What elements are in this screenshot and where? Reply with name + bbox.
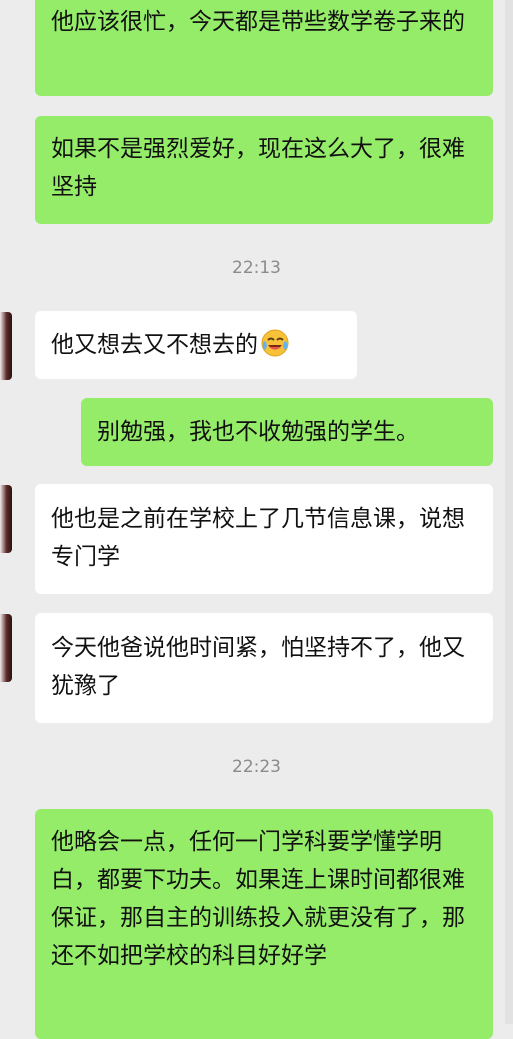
message-bubble-incoming[interactable]: 今天他爸说他时间紧，怕坚持不了，他又犹豫了 [35,613,493,723]
avatar[interactable] [0,485,12,553]
message-bubble-outgoing[interactable]: 他略会一点，任何一门学科要学懂学明白，都要下功夫。如果连上课时间都很难保证，那自… [35,809,493,1039]
crying-laughing-emoji-icon [260,328,290,358]
message-bubble-outgoing[interactable]: 如果不是强烈爱好，现在这么大了，很难坚持 [35,116,493,224]
avatar[interactable] [0,312,12,380]
scroll-edge [505,0,513,1024]
timestamp: 22:13 [232,258,281,278]
message-bubble-outgoing[interactable]: 别勉强，我也不收勉强的学生。 [81,398,493,466]
message-bubble-outgoing[interactable]: 他应该很忙，今天都是带些数学卷子来的 [35,0,493,96]
message-bubble-incoming[interactable]: 他又想去又不想去的 [35,311,357,379]
chat-view: 他应该很忙，今天都是带些数学卷子来的 如果不是强烈爱好，现在这么大了，很难坚持 … [0,0,513,1039]
message-bubble-incoming[interactable]: 他也是之前在学校上了几节信息课，说想专门学 [35,484,493,594]
timestamp: 22:23 [232,757,281,777]
avatar[interactable] [0,614,12,682]
message-text: 他又想去又不想去的 [51,332,258,358]
